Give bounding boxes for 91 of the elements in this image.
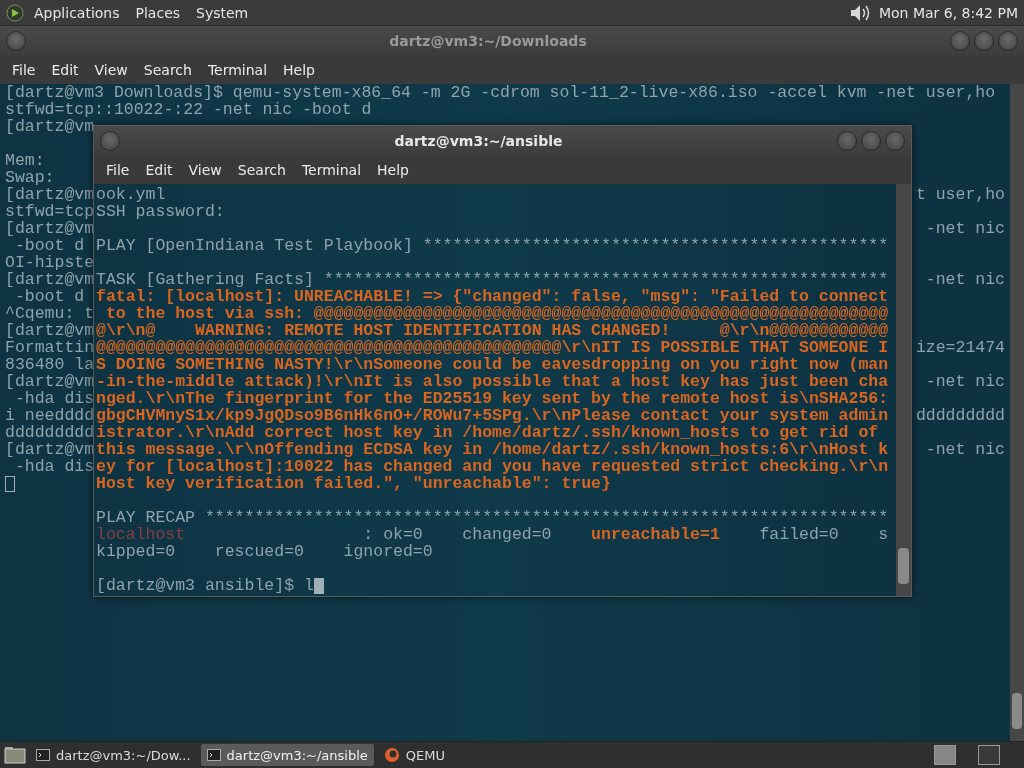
menu-item[interactable]: View (180, 159, 230, 181)
terminal-text: unreachable=1 (591, 526, 720, 543)
terminal-text: -net nic (925, 220, 1005, 237)
terminal-text: gbgCHVMnyS1x/kp9JgQDso9B6nHk6nO+/ROWu7+5SPg.\r\nPlease contact your system admin (96, 407, 889, 424)
terminal-text: -net nic (925, 271, 1005, 288)
terminal-text: [dartz@vm (5, 441, 95, 458)
terminal-text: [dartz@vm (5, 322, 95, 339)
minimize-button[interactable] (837, 131, 857, 151)
terminal-text: t user,ho (915, 186, 1005, 203)
close-button[interactable] (885, 131, 905, 151)
scrollbar[interactable] (896, 184, 911, 596)
menu-item[interactable]: Edit (43, 59, 87, 81)
menu-item[interactable]: Help (275, 59, 323, 81)
terminal-text: this message.\r\nOffending ECDSA key in /home/dartz/.ssh/known_hosts:6\r\nHost k (96, 441, 889, 458)
terminal-text: -hda dis (13, 458, 95, 475)
workspace-switcher[interactable] (978, 745, 1000, 765)
terminal-text: OI-hipste (5, 254, 95, 271)
terminal-text: SSH password: (96, 203, 225, 220)
window-menu-button[interactable] (6, 31, 26, 51)
terminal-text: [dartz@vm (5, 271, 95, 288)
terminal-text: [dartz@vm (5, 373, 95, 390)
terminal-text: @@@@@@@@@@@@@@@@@@@@@@@@@@@@@@@@@@@@@@@@@@@@@@@\r\nIT IS POSSIBLE THAT SOMEONE I (96, 339, 889, 356)
logo-icon[interactable] (6, 3, 24, 22)
shell-prompt: [dartz@vm3 ansible]$ l (96, 577, 314, 594)
menu-item[interactable]: Help (369, 159, 417, 181)
terminal-text: ize=21474 (915, 339, 1005, 356)
terminal-text: fatal: [localhost]: UNREACHABLE! => {"changed": false, "msg": "Failed to connect (96, 288, 889, 305)
terminal-text: : ok=0 changed=0 (362, 526, 553, 543)
terminal-text: [dartz@vm (5, 186, 95, 203)
clock[interactable]: Mon Mar 6, 8:42 PM (878, 4, 1018, 21)
menu-item[interactable]: Search (229, 159, 294, 181)
menu-item[interactable]: Edit (137, 159, 181, 181)
terminal-text: stfwd=tcp (5, 203, 95, 220)
taskbar-task[interactable]: QEMU (377, 744, 451, 766)
terminal-text: Mem: (5, 152, 45, 169)
terminal-text: nged.\r\nThe fingerprint for the ED25519 key sent by the remote host is\nSHA256: (96, 390, 889, 407)
terminal-text: kipped=0 rescued=0 ignored=0 (96, 543, 433, 560)
terminal-text: to the host via ssh: @@@@@@@@@@@@@@@@@@@@@@@@@@@@@@@@@@@@@@@@@@@@@@@@@@@@@@@@@@ (104, 305, 889, 322)
taskbar-task[interactable]: dartz@vm3:~/ansible (200, 744, 374, 766)
window-title: dartz@vm3:~/ansible (393, 133, 564, 149)
scrollbar[interactable] (1010, 84, 1024, 741)
workspace-switcher[interactable] (934, 745, 956, 765)
terminal-text: [dartz@vm (5, 118, 95, 135)
terminal-text: S DOING SOMETHING NASTY!\r\nSomeone could be eavesdropping on you right now (man (96, 356, 889, 373)
terminal-text: ddddddddd (915, 407, 1005, 424)
text-cursor (313, 577, 324, 594)
terminal-text: stfwd=tcp::10022-:22 -net nic -boot d (5, 101, 372, 118)
terminal-text: Swap: (5, 169, 55, 186)
terminal-text: -net nic (925, 373, 1005, 390)
menu-item[interactable]: View (86, 59, 136, 81)
menu-item[interactable]: File (4, 59, 44, 81)
menu-item[interactable]: Search (135, 59, 200, 81)
terminal-text: localhost (96, 526, 186, 543)
maximize-button[interactable] (974, 31, 994, 51)
terminal-text: -net nic (925, 441, 1005, 458)
panel-menu[interactable]: System (190, 2, 255, 23)
terminal-text: [dartz@vm (5, 220, 95, 237)
taskbar-task[interactable]: dartz@vm3:~/Dow... (30, 744, 197, 766)
terminal-text: -boot d (13, 237, 85, 254)
terminal-text: TASK [Gathering Facts] ********************************************************* (96, 271, 889, 288)
terminal-text: @\r\n@ WARNING: REMOTE HOST IDENTIFICATION HAS CHANGED! @\r\n@@@@@@@@@@@@ (96, 322, 889, 339)
close-button[interactable] (998, 31, 1018, 51)
terminal-text: PLAY RECAP ********************************************************************* (96, 509, 889, 526)
terminal-text: -hda dis (13, 390, 95, 407)
terminal-text: -in-the-middle attack)!\r\nIt is also possible that a host key has just been cha (96, 373, 889, 390)
terminal-text: [dartz@vm3 Downloads]$ qemu-system-x86_64 -m 2G -cdrom sol-11_2-live-x86.iso -accel kvm -net user,ho (5, 84, 996, 101)
terminal-text: Formattin (5, 339, 95, 356)
terminal-text: ey for [localhost]:10022 has changed and you have requested strict checking.\r\n (96, 458, 889, 475)
terminal-text: i needddd (5, 407, 95, 424)
menu-item[interactable]: Terminal (293, 159, 370, 181)
terminal-text: ook.yml (96, 186, 166, 203)
terminal-icon (206, 749, 221, 761)
terminal-text: istrator.\r\nAdd correct host key in /home/dartz/.ssh/known_hosts to get rid of (96, 424, 879, 441)
menu-item[interactable]: Terminal (199, 59, 276, 81)
text-cursor (5, 475, 15, 492)
panel-menu[interactable]: Places (129, 2, 187, 23)
terminal-text: ^Cqemu: t (5, 305, 95, 322)
terminal-icon (36, 749, 50, 761)
window-title: dartz@vm3:~/Downloads (388, 33, 588, 49)
terminal-text: -boot d (13, 288, 85, 305)
window-menu-button[interactable] (100, 131, 120, 151)
terminal-text: 836480 la (5, 356, 95, 373)
minimize-button[interactable] (950, 31, 970, 51)
terminal-text: PLAY [OpenIndiana Test Playbook] *********************************************** (96, 237, 889, 254)
terminal-text: Host key verification failed.", "unreachable": true} (96, 475, 611, 492)
show-desktop-icon[interactable] (4, 746, 26, 764)
panel-menu[interactable]: Applications (28, 2, 126, 23)
terminal-text: ddddddddd (5, 424, 95, 441)
maximize-button[interactable] (861, 131, 881, 151)
menu-item[interactable]: File (98, 159, 138, 181)
terminal-text: failed=0 s (758, 526, 889, 543)
